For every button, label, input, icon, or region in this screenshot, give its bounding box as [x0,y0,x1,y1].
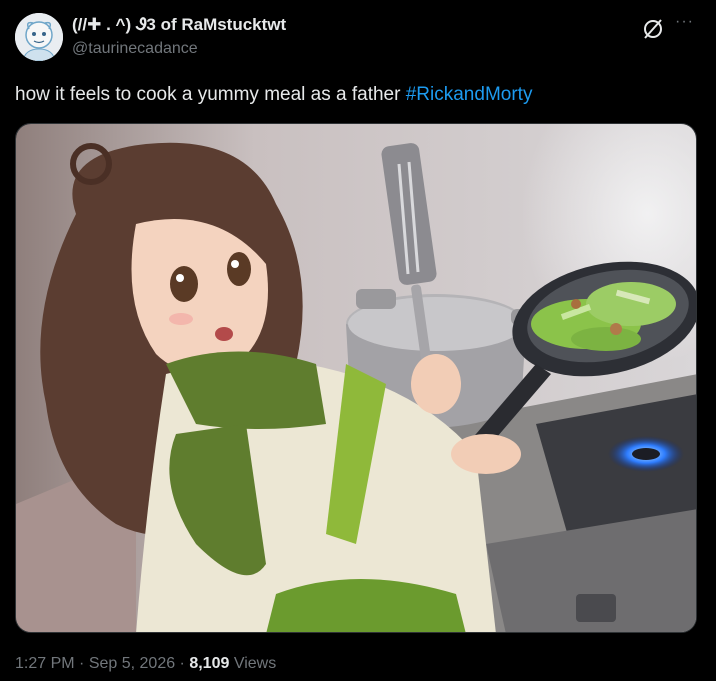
views-label: Views [229,655,277,672]
tweet-body: how it feels to cook a yummy meal as a f… [15,84,406,105]
meta-separator: · [74,655,89,672]
post-date[interactable]: Sep 5, 2026 [89,655,175,672]
hashtag-link[interactable]: #RickandMorty [406,84,533,105]
post-image[interactable] [15,123,697,633]
views-count: 8,109 [189,655,230,672]
meta-separator: · [175,655,190,672]
author-handle[interactable]: @taurinecadance [72,40,198,58]
post-time[interactable]: 1:27 PM [15,655,75,672]
avatar-image [15,13,63,61]
avatar[interactable] [15,13,63,61]
post-meta: 1:27 PM · Sep 5, 2026 · 8,109 Views [15,655,276,673]
author-display-name[interactable]: (//✚ . ^) Ꮽ3 of RaMstucktwt [72,15,286,35]
cooking-illustration [16,124,696,632]
grok-slash-icon[interactable] [642,18,664,40]
tweet: (//✚ . ^) Ꮽ3 of RaMstucktwt @taurinecada… [0,0,716,681]
tweet-text: how it feels to cook a yummy meal as a f… [15,84,532,106]
more-dots-icon[interactable]: ··· [675,13,694,31]
